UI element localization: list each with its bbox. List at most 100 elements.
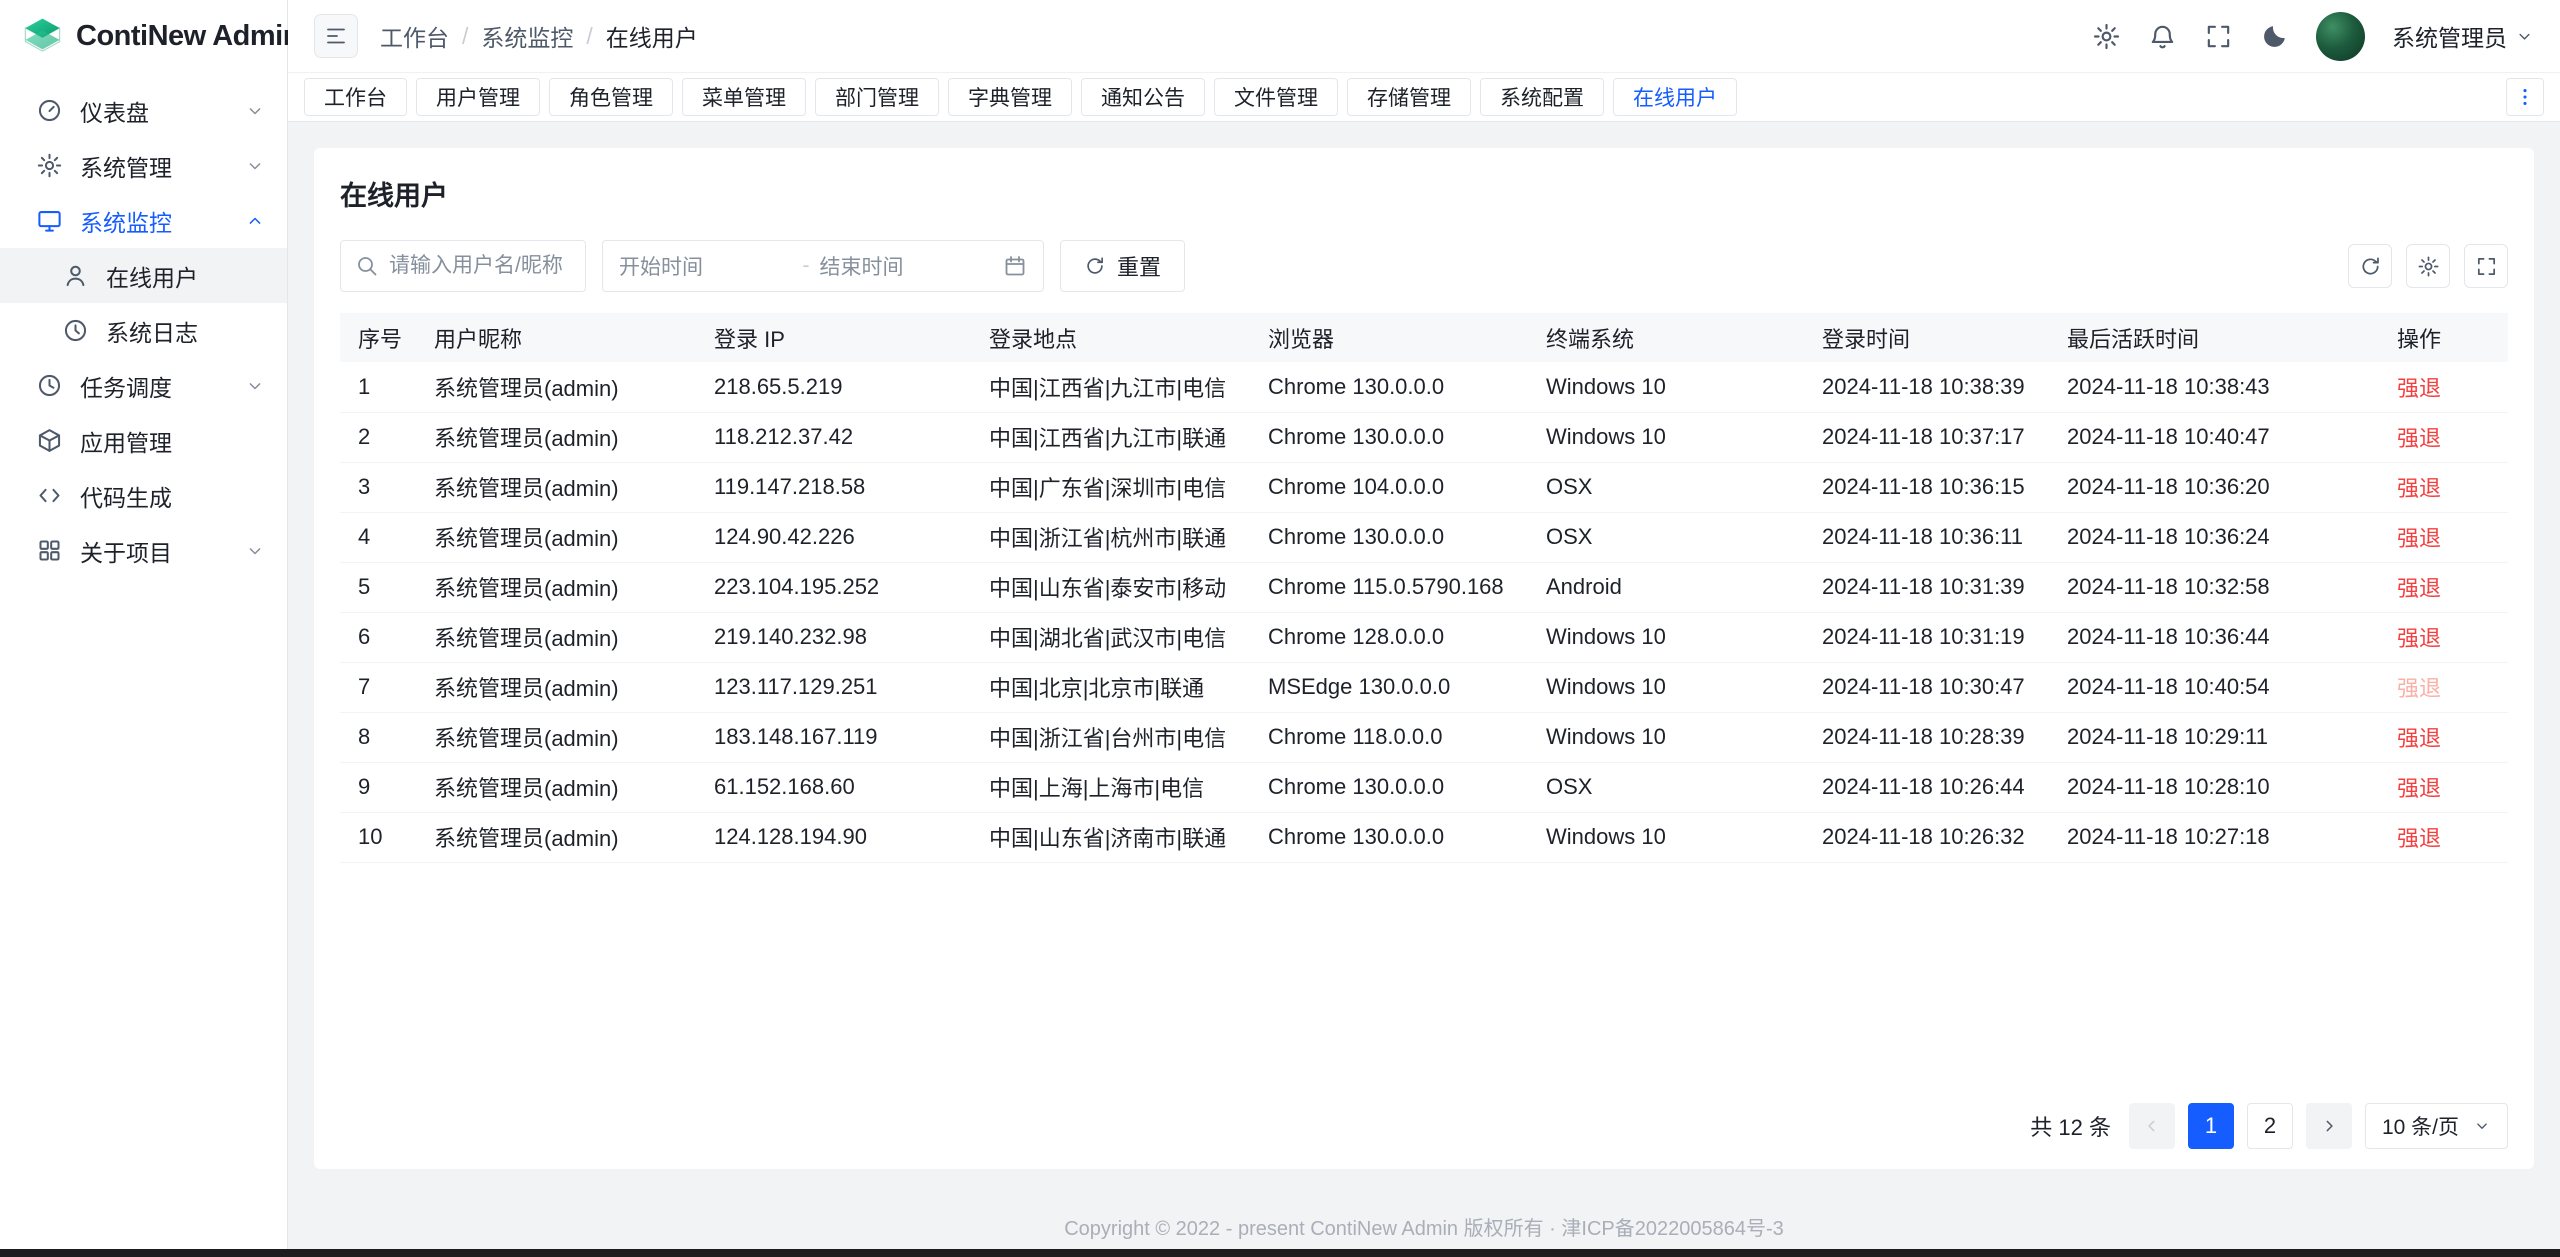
force-logout-link[interactable]: 强退: [2397, 376, 2441, 401]
sidebar-item-系统监控[interactable]: 系统监控: [0, 193, 287, 248]
cell-浏览器: Chrome 115.0.5790.168: [1250, 562, 1528, 612]
force-logout-link[interactable]: 强退: [2397, 526, 2441, 551]
sidebar-item-关于项目[interactable]: 关于项目: [0, 523, 287, 578]
cell-序号: 9: [340, 762, 416, 812]
breadcrumb-item[interactable]: 系统监控: [481, 19, 573, 53]
cell-序号: 1: [340, 362, 416, 412]
tab-用户管理[interactable]: 用户管理: [416, 78, 540, 116]
force-logout-link[interactable]: 强退: [2397, 676, 2441, 701]
chevron-down-icon: [245, 156, 265, 176]
force-logout-link[interactable]: 强退: [2397, 626, 2441, 651]
cell-用户昵称: 系统管理员(admin): [416, 512, 696, 562]
tab-部门管理[interactable]: 部门管理: [815, 78, 939, 116]
page-size-select[interactable]: 10 条/页: [2365, 1103, 2508, 1149]
sidebar-item-系统管理[interactable]: 系统管理: [0, 138, 287, 193]
date-separator: -: [803, 254, 810, 278]
user-menu[interactable]: 系统管理员: [2392, 19, 2534, 53]
sidebar-item-在线用户[interactable]: 在线用户: [0, 248, 287, 303]
fullscreen-icon[interactable]: [2204, 22, 2233, 51]
force-logout-link[interactable]: 强退: [2397, 826, 2441, 851]
chevron-down-icon: [2515, 27, 2534, 46]
pagination-page-1[interactable]: 1: [2188, 1103, 2234, 1149]
user-name: 系统管理员: [2392, 19, 2507, 53]
pagination-next-button[interactable]: [2306, 1103, 2352, 1149]
dark-mode-icon[interactable]: [2260, 22, 2289, 51]
sidebar-item-仪表盘[interactable]: 仪表盘: [0, 83, 287, 138]
more-vertical-icon: [2514, 86, 2536, 108]
sidebar-item-应用管理[interactable]: 应用管理: [0, 413, 287, 468]
cell-用户昵称: 系统管理员(admin): [416, 762, 696, 812]
content: 在线用户 开始时间 - 结束时间 重置: [288, 122, 2560, 1195]
sidebar-item-label: 系统管理: [80, 149, 228, 183]
cell-终端系统: Windows 10: [1528, 412, 1804, 462]
page-title: 在线用户: [340, 174, 2508, 213]
table-settings-button[interactable]: [2406, 244, 2450, 288]
sidebar-collapse-button[interactable]: [314, 14, 358, 58]
force-logout-link[interactable]: 强退: [2397, 476, 2441, 501]
cell-终端系统: Android: [1528, 562, 1804, 612]
notifications-icon[interactable]: [2148, 22, 2177, 51]
force-logout-link[interactable]: 强退: [2397, 726, 2441, 751]
cell-操作: 强退: [2379, 412, 2508, 462]
avatar[interactable]: [2316, 12, 2365, 61]
pagination-prev-button[interactable]: [2129, 1103, 2175, 1149]
cell-登录地点: 中国|山东省|济南市|联通: [971, 812, 1250, 862]
force-logout-link[interactable]: 强退: [2397, 426, 2441, 451]
cell-操作: 强退: [2379, 562, 2508, 612]
search-input[interactable]: [389, 254, 571, 278]
sidebar-item-代码生成[interactable]: 代码生成: [0, 468, 287, 523]
date-start-placeholder: 开始时间: [619, 251, 793, 281]
cell-终端系统: OSX: [1528, 512, 1804, 562]
tab-存储管理[interactable]: 存储管理: [1347, 78, 1471, 116]
tab-工作台[interactable]: 工作台: [304, 78, 407, 116]
cell-终端系统: Windows 10: [1528, 612, 1804, 662]
cell-操作: 强退: [2379, 612, 2508, 662]
cell-登录时间: 2024-11-18 10:26:32: [1804, 812, 2049, 862]
column-header-登录地点: 登录地点: [971, 313, 1250, 362]
date-range-picker[interactable]: 开始时间 - 结束时间: [602, 240, 1044, 292]
column-header-登录 IP: 登录 IP: [696, 313, 971, 362]
reset-button[interactable]: 重置: [1060, 240, 1185, 292]
cell-操作: 强退: [2379, 762, 2508, 812]
column-header-终端系统: 终端系统: [1528, 313, 1804, 362]
table-refresh-button[interactable]: [2348, 244, 2392, 288]
sidebar-item-系统日志[interactable]: 系统日志: [0, 303, 287, 358]
breadcrumb-item[interactable]: 工作台: [380, 19, 449, 53]
cell-序号: 4: [340, 512, 416, 562]
sidebar: ContiNew Admin 仪表盘系统管理系统监控在线用户系统日志任务调度应用…: [0, 0, 288, 1257]
cell-用户昵称: 系统管理员(admin): [416, 562, 696, 612]
table-actions: [2348, 244, 2508, 288]
cell-登录地点: 中国|北京|北京市|联通: [971, 662, 1250, 712]
cell-浏览器: Chrome 130.0.0.0: [1250, 412, 1528, 462]
cell-登录时间: 2024-11-18 10:28:39: [1804, 712, 2049, 762]
cell-终端系统: OSX: [1528, 462, 1804, 512]
tab-在线用户[interactable]: 在线用户: [1613, 78, 1737, 116]
cell-登录地点: 中国|江西省|九江市|联通: [971, 412, 1250, 462]
logo[interactable]: ContiNew Admin: [0, 0, 287, 73]
chevron-down-icon: [2473, 1117, 2491, 1135]
cell-浏览器: Chrome 130.0.0.0: [1250, 762, 1528, 812]
force-logout-link[interactable]: 强退: [2397, 776, 2441, 801]
cell-浏览器: Chrome 130.0.0.0: [1250, 812, 1528, 862]
refresh-icon: [1084, 255, 1106, 277]
sidebar-item-任务调度[interactable]: 任务调度: [0, 358, 287, 413]
tab-菜单管理[interactable]: 菜单管理: [682, 78, 806, 116]
pagination-page-2[interactable]: 2: [2247, 1103, 2293, 1149]
cell-用户昵称: 系统管理员(admin): [416, 412, 696, 462]
table-fullscreen-button[interactable]: [2464, 244, 2508, 288]
settings-icon[interactable]: [2092, 22, 2121, 51]
cell-登录 IP: 124.128.194.90: [696, 812, 971, 862]
cell-终端系统: Windows 10: [1528, 662, 1804, 712]
tab-more-button[interactable]: [2506, 78, 2544, 116]
force-logout-link[interactable]: 强退: [2397, 576, 2441, 601]
chevron-left-icon: [2142, 1116, 2162, 1136]
tab-通知公告[interactable]: 通知公告: [1081, 78, 1205, 116]
chevron-down-icon: [245, 376, 265, 396]
tab-角色管理[interactable]: 角色管理: [549, 78, 673, 116]
tab-系统配置[interactable]: 系统配置: [1480, 78, 1604, 116]
table-row: 4系统管理员(admin)124.90.42.226中国|浙江省|杭州市|联通C…: [340, 512, 2508, 562]
date-end-placeholder: 结束时间: [820, 251, 994, 281]
sidebar-item-label: 系统日志: [106, 314, 265, 348]
tab-文件管理[interactable]: 文件管理: [1214, 78, 1338, 116]
tab-字典管理[interactable]: 字典管理: [948, 78, 1072, 116]
